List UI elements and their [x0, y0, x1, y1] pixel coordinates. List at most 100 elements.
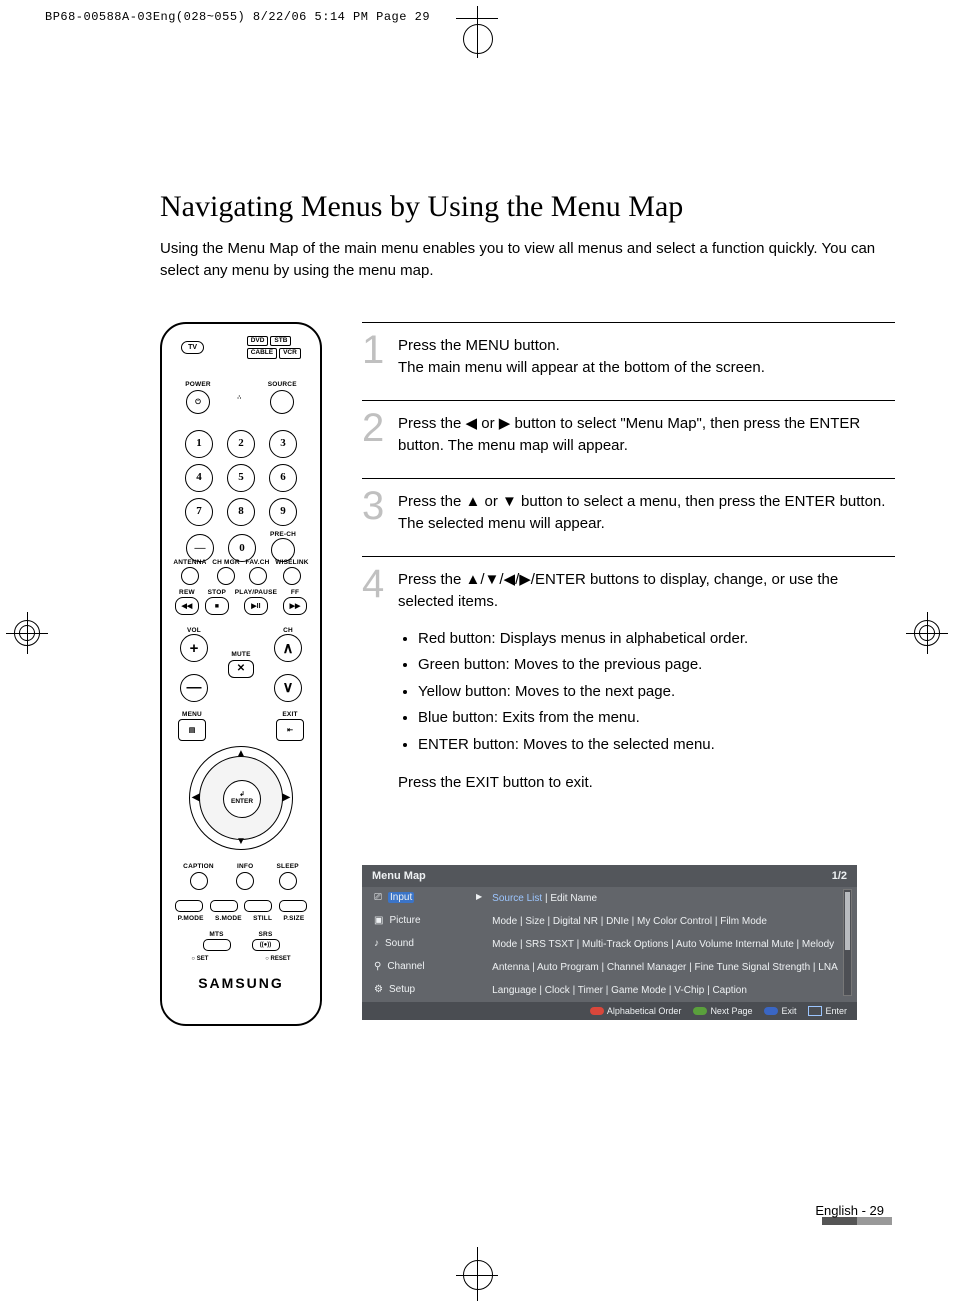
intro-text: Using the Menu Map of the main menu enab… — [160, 238, 895, 282]
remote-power-label: POWER — [185, 382, 211, 389]
remote-stop-button: ■ — [205, 597, 229, 615]
remote-mts-button — [203, 939, 231, 951]
remote-psize-label: P.SIZE — [283, 916, 304, 923]
remote-enter-label: ENTER — [231, 799, 253, 806]
step-1: 1 Press the MENU button. The main menu w… — [362, 322, 895, 400]
remote-srs-label: SRS — [259, 932, 273, 939]
remote-stop-label: STOP — [208, 590, 226, 597]
remote-favch-button — [249, 567, 267, 585]
remote-tv-button: TV — [181, 341, 204, 354]
step-2-number: 2 — [362, 413, 398, 443]
calibration-strip — [822, 1217, 892, 1225]
remote-antenna-button — [181, 567, 199, 585]
remote-still-label: STILL — [253, 916, 272, 923]
remote-mts-label: MTS — [209, 932, 223, 939]
remote-menu-button: ▤ — [178, 719, 206, 741]
step-3-number: 3 — [362, 491, 398, 521]
remote-num-9: 9 — [269, 498, 297, 526]
osd-title: Menu Map — [372, 870, 426, 882]
osd-menu-map: Menu Map 1/2 ⎚Input ▶ Source List | Edit… — [362, 865, 857, 1021]
remote-num-6: 6 — [269, 464, 297, 492]
osd-cat-picture: Picture — [389, 915, 420, 926]
remote-exit-label: EXIT — [282, 712, 297, 719]
remote-num-3: 3 — [269, 430, 297, 458]
print-header: BP68-00588A-03Eng(028~055) 8/22/06 5:14 … — [45, 10, 430, 24]
remote-rew-button: ◀◀ — [175, 597, 199, 615]
remote-yellow-button — [244, 900, 272, 912]
remote-menu-label: MENU — [182, 712, 202, 719]
remote-num-5: 5 — [227, 464, 255, 492]
osd-input-hl: Source List — [492, 893, 542, 904]
osd-red-dot-icon — [590, 1007, 604, 1015]
registration-target-right — [914, 620, 940, 646]
remote-ch-down: ∨ — [274, 674, 302, 702]
remote-caption-label: CAPTION — [183, 864, 214, 871]
osd-scrollbar-thumb — [845, 892, 850, 950]
osd-green-dot-icon — [693, 1007, 707, 1015]
step-1-number: 1 — [362, 335, 398, 365]
osd-input-rest: | Edit Name — [542, 893, 597, 904]
remote-reset-indicator: ○ RESET — [265, 956, 290, 962]
osd-cat-sound: Sound — [385, 938, 414, 949]
remote-dpad-down: ▼ — [236, 837, 246, 847]
remote-ff-label: FF — [291, 590, 299, 597]
remote-sleep-label: SLEEP — [277, 864, 299, 871]
step-4: 4 Press the ▲/▼/◀/▶/ENTER buttons to dis… — [362, 556, 895, 815]
remote-wiselink-label: WISELINK — [275, 560, 308, 567]
remote-red-button — [175, 900, 203, 912]
remote-control-figure: TV DVD STB CABLE VCR POWER ⏻ — [160, 322, 322, 1026]
remote-dpad-right: ▶ — [282, 793, 290, 803]
remote-playpause-label: PLAY/PAUSE — [235, 590, 277, 597]
osd-page-indicator: 1/2 — [832, 870, 847, 882]
step-2: 2 Press the ◀ or ▶ button to select "Men… — [362, 400, 895, 478]
osd-blue-dot-icon — [764, 1007, 778, 1015]
remote-chip-vcr: VCR — [279, 348, 301, 359]
osd-row-channel: ⚲Channel ▶ Antenna | Auto Program | Chan… — [362, 956, 857, 979]
remote-dpad: ▲ ▼ ◀ ▶ ↲ ENTER — [185, 742, 297, 854]
step-4-bullets: Red button: Displays menus in alphabetic… — [418, 628, 895, 757]
remote-favch-label: FAV.CH — [246, 560, 270, 567]
remote-green-button — [210, 900, 238, 912]
remote-num-4: 4 — [185, 464, 213, 492]
crop-mark-top-h — [456, 18, 498, 19]
remote-caption-button — [190, 872, 208, 890]
remote-srs-button: ((●)) — [252, 939, 280, 951]
osd-sound-desc: Mode | SRS TSXT | Multi-Track Options | … — [492, 938, 845, 951]
step-4-number: 4 — [362, 569, 398, 599]
osd-channel-desc: Antenna | Auto Program | Channel Manager… — [492, 961, 845, 974]
osd-setup-desc: Language | Clock | Timer | Game Mode | V… — [492, 984, 845, 997]
osd-row-input: ⎚Input ▶ Source List | Edit Name — [362, 887, 857, 910]
step-3: 3 Press the ▲ or ▼ button to select a me… — [362, 478, 895, 556]
steps-column: 1 Press the MENU button. The main menu w… — [362, 322, 895, 1026]
page-footer: English - 29 — [815, 1203, 884, 1218]
remote-num-1: 1 — [185, 430, 213, 458]
remote-chip-cable: CABLE — [247, 348, 277, 359]
bullet-red: Red button: Displays menus in alphabetic… — [418, 628, 895, 651]
osd-enter-icon — [808, 1006, 822, 1016]
crop-mark-bottom-circle — [463, 1260, 493, 1290]
step-4-text: Press the ▲/▼/◀/▶/ENTER buttons to displ… — [398, 571, 838, 611]
remote-rew-label: REW — [179, 590, 195, 597]
remote-num-2: 2 — [227, 430, 255, 458]
osd-scrollbar — [843, 889, 852, 997]
remote-source-button — [270, 390, 294, 414]
remote-brand-label: SAMSUNG — [162, 976, 320, 990]
step-4-text-after: Press the EXIT button to exit. — [398, 774, 593, 791]
osd-row-setup: ⚙Setup ▶ Language | Clock | Timer | Game… — [362, 979, 857, 1002]
remote-vol-down: — — [180, 674, 208, 702]
osd-caret-icon: ▶ — [476, 892, 482, 901]
osd-footer-enter: Enter — [825, 1006, 847, 1016]
remote-info-label: INFO — [237, 864, 253, 871]
remote-exit-button: ⇤ — [276, 719, 304, 741]
remote-dpad-left: ◀ — [192, 793, 200, 803]
bullet-green: Green button: Moves to the previous page… — [418, 654, 895, 677]
remote-enter-icon: ↲ — [239, 792, 244, 799]
remote-num-0: 0 — [228, 534, 256, 562]
osd-cat-input: Input — [388, 892, 414, 903]
step-1-line-b: The main menu will appear at the bottom … — [398, 359, 765, 376]
bullet-yellow: Yellow button: Moves to the next page. — [418, 681, 895, 704]
remote-pmode-label: P.MODE — [178, 916, 204, 923]
remote-smode-label: S.MODE — [215, 916, 242, 923]
remote-source-label: SOURCE — [268, 382, 297, 389]
page-footer-text: English - 29 — [815, 1203, 884, 1218]
